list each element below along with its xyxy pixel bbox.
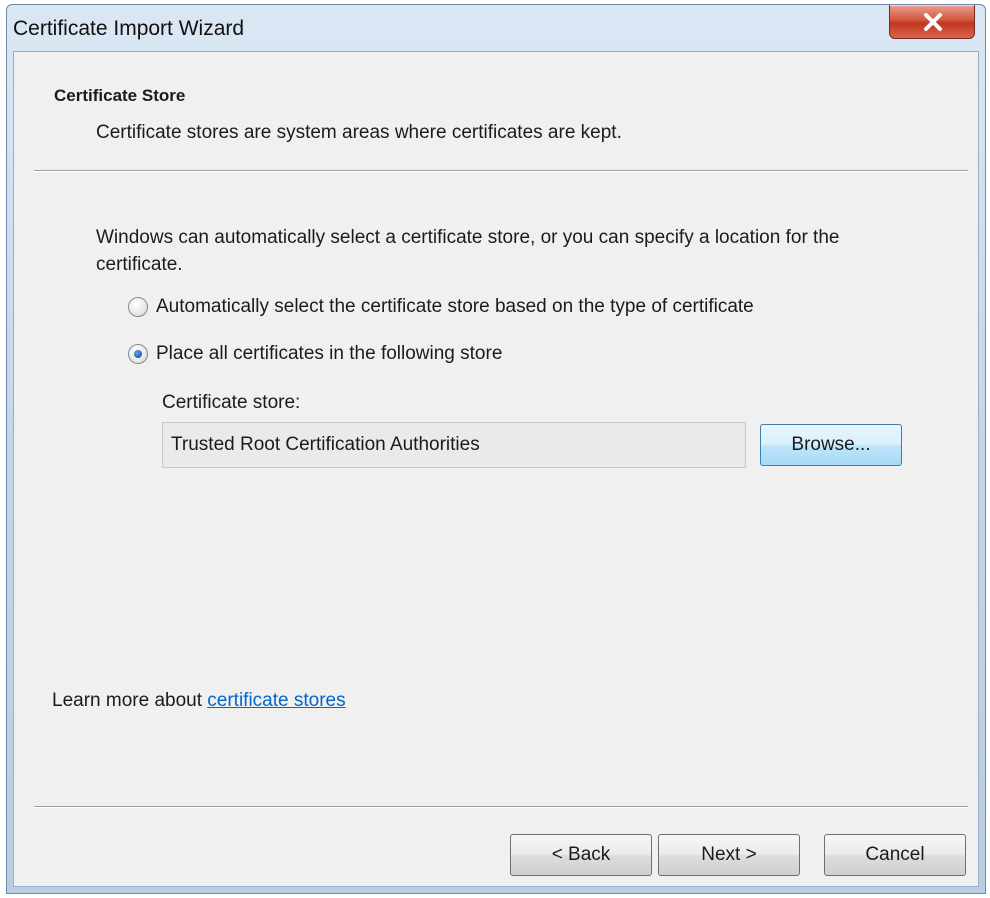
title-bar[interactable]: Certificate Import Wizard [7, 5, 985, 51]
page-subtitle: Certificate stores are system areas wher… [96, 122, 622, 143]
wizard-content: Certificate Store Certificate stores are… [13, 51, 979, 887]
back-button[interactable]: < Back [510, 834, 652, 876]
page-title: Certificate Store [54, 86, 186, 105]
intro-text: Windows can automatically select a certi… [96, 227, 840, 275]
certificate-store-field[interactable] [162, 422, 746, 468]
radio-place-in-store[interactable]: Place all certificates in the following … [128, 343, 502, 365]
close-button[interactable] [889, 5, 975, 39]
radio-button-icon[interactable] [128, 297, 148, 317]
certificate-stores-link[interactable]: certificate stores [207, 690, 345, 711]
footer-divider [34, 806, 968, 808]
certificate-import-wizard-window: Certificate Import Wizard Certificate St… [6, 4, 986, 894]
browse-button[interactable]: Browse... [760, 424, 902, 466]
radio-button-checked-icon[interactable] [128, 344, 148, 364]
learn-more-text: Learn more about certificate stores [52, 690, 346, 712]
header-divider [34, 170, 968, 172]
radio-auto-select-label: Automatically select the certificate sto… [156, 296, 754, 317]
cancel-button[interactable]: Cancel [824, 834, 966, 876]
radio-auto-select[interactable]: Automatically select the certificate sto… [128, 296, 754, 318]
certificate-store-label: Certificate store: [162, 392, 301, 413]
next-button[interactable]: Next > [658, 834, 800, 876]
learn-more-prefix: Learn more about [52, 690, 208, 711]
close-icon [924, 13, 942, 31]
radio-place-in-store-label: Place all certificates in the following … [156, 343, 503, 364]
window-title: Certificate Import Wizard [13, 17, 245, 40]
